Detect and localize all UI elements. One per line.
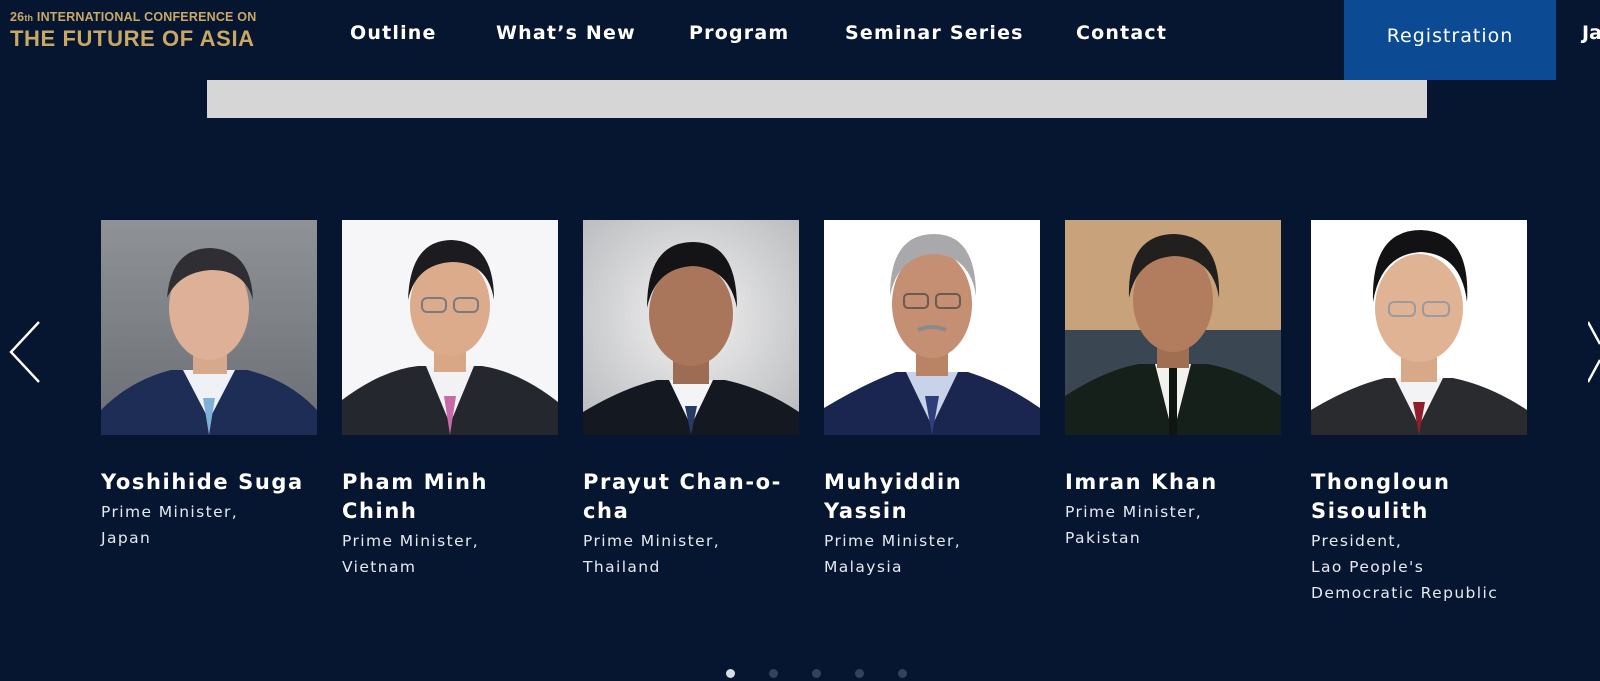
speaker-photo (101, 220, 317, 435)
speaker-role-line: Prime Minister, (101, 503, 239, 521)
speaker-role: Prime Minister, Vietnam (342, 528, 558, 580)
speaker-card[interactable]: Thongloun Sisoulith President, Lao Peopl… (1311, 220, 1527, 606)
logo-edition-suffix: th (24, 13, 34, 23)
speaker-photo (583, 220, 799, 435)
chevron-right-icon (1586, 321, 1600, 383)
speaker-role-line: Prime Minister, (342, 532, 480, 550)
speaker-photo (824, 220, 1040, 435)
speaker-role-line: Pakistan (1065, 529, 1142, 547)
speaker-card[interactable]: Yoshihide Suga Prime Minister, Japan (101, 220, 317, 551)
speaker-role-line: Japan (101, 529, 152, 547)
speaker-role-line: Democratic Republic (1311, 584, 1499, 602)
speaker-photo (1311, 220, 1527, 435)
carousel-dot[interactable] (812, 669, 821, 678)
carousel-dot[interactable] (769, 669, 778, 678)
language-switch[interactable]: Ja (1582, 22, 1600, 44)
carousel-pagination (726, 669, 926, 681)
speaker-role: Prime Minister, Pakistan (1065, 499, 1281, 551)
site-header: 26th INTERNATIONAL CONFERENCE ON THE FUT… (0, 0, 1600, 80)
carousel-dot[interactable] (726, 669, 735, 678)
speaker-role: President, Lao People's Democratic Repub… (1311, 528, 1527, 606)
conference-logo[interactable]: 26th INTERNATIONAL CONFERENCE ON THE FUT… (10, 10, 256, 53)
speaker-role-line: Prime Minister, (824, 532, 962, 550)
speaker-name: Imran Khan (1065, 470, 1218, 494)
logo-tagline: 26th INTERNATIONAL CONFERENCE ON (10, 10, 256, 25)
speaker-role-line: Vietnam (342, 558, 417, 576)
carousel-next-button[interactable] (1586, 320, 1600, 384)
nav-item-whats-new[interactable]: What’s New (496, 22, 636, 44)
carousel-dot[interactable] (855, 669, 864, 678)
banner-strip (207, 80, 1427, 118)
speaker-role-line: Thailand (583, 558, 661, 576)
speaker-role: Prime Minister, Thailand (583, 528, 799, 580)
logo-edition-number: 26 (10, 10, 25, 24)
speaker-role-line: Prime Minister, (1065, 503, 1203, 521)
nav-item-seminar-series[interactable]: Seminar Series (845, 22, 1024, 44)
nav-item-outline[interactable]: Outline (350, 22, 437, 44)
speaker-role-line: President, (1311, 532, 1403, 550)
speaker-photo (342, 220, 558, 435)
speaker-role-line: Malaysia (824, 558, 903, 576)
speaker-role-line: Lao People's (1311, 558, 1425, 576)
nav-item-contact[interactable]: Contact (1076, 22, 1167, 44)
speaker-name: Thongloun Sisoulith (1311, 470, 1451, 523)
logo-tagline-text: INTERNATIONAL CONFERENCE ON (33, 10, 257, 24)
speaker-card[interactable]: Pham Minh Chinh Prime Minister, Vietnam (342, 220, 558, 580)
registration-button[interactable]: Registration (1344, 0, 1556, 80)
speaker-name: Prayut Chan-o-cha (583, 470, 783, 523)
speaker-card[interactable]: Imran Khan Prime Minister, Pakistan (1065, 220, 1281, 551)
carousel-prev-button[interactable] (6, 320, 46, 384)
speaker-card[interactable]: Muhyiddin Yassin Prime Minister, Malaysi… (824, 220, 1040, 580)
speaker-role: Prime Minister, Japan (101, 499, 317, 551)
speaker-card[interactable]: Prayut Chan-o-cha Prime Minister, Thaila… (583, 220, 799, 580)
speaker-role: Prime Minister, Malaysia (824, 528, 1040, 580)
speaker-name: Yoshihide Suga (101, 470, 304, 494)
chevron-left-icon (9, 321, 40, 383)
nav-item-program[interactable]: Program (689, 22, 789, 44)
speaker-role-line: Prime Minister, (583, 532, 721, 550)
speaker-photo (1065, 220, 1281, 435)
speaker-name: Pham Minh Chinh (342, 470, 489, 523)
logo-title: THE FUTURE OF ASIA (10, 26, 255, 51)
carousel-dot[interactable] (898, 669, 907, 678)
speaker-name: Muhyiddin Yassin (824, 470, 963, 523)
